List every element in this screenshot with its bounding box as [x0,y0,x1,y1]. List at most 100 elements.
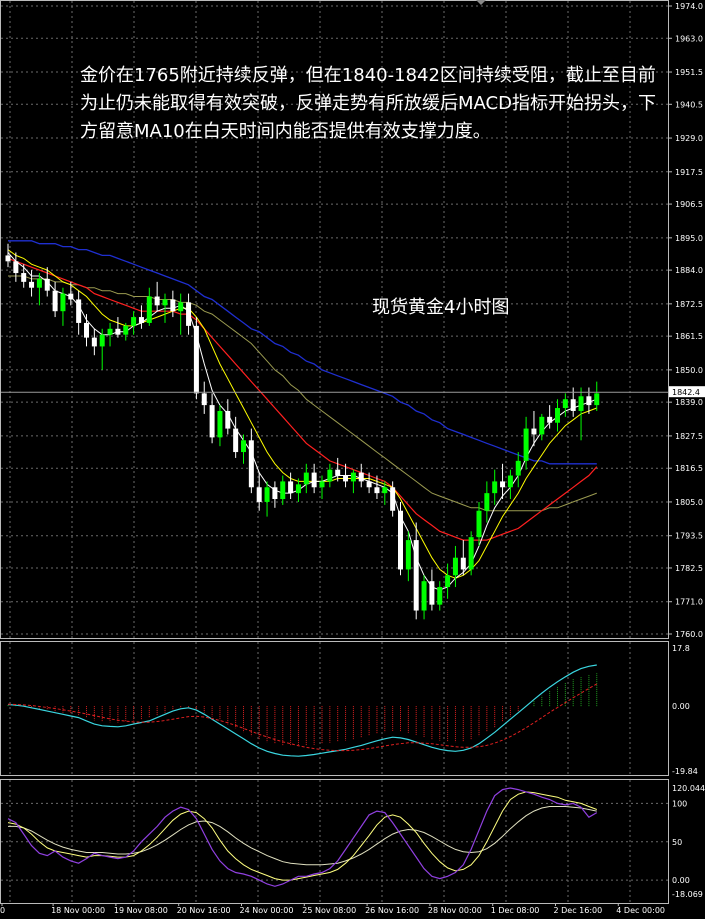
x-tick-label: 0 [0,906,5,915]
candle-body [68,293,74,300]
scroll-marker-icon [476,0,486,5]
x-tick-label: 20 Nov 16:00 [177,906,231,915]
candle-body [209,405,215,438]
candle-body [578,396,584,411]
candle-body [123,325,129,335]
candle-body [170,299,176,312]
candle-body [280,481,286,500]
candle-body [248,440,254,488]
y-tick-label: 1771.0 [675,598,703,607]
candle-body [21,273,27,282]
candle-body [233,428,239,453]
candle-body [374,487,380,494]
candle-body [398,510,403,570]
stoch-y-tick-label: -18.069 [672,890,703,899]
candle-body [91,337,97,347]
candle-body [476,510,482,538]
candle-body [452,557,458,576]
candle-body [343,475,349,482]
macd-y-tick-label: 0.00 [672,702,690,711]
ma-blue-line [8,240,597,465]
candle-body [523,428,529,461]
candle-body [256,487,262,502]
candle-body [460,557,466,570]
y-tick-label: 1906.5 [675,200,703,209]
x-tick-label: 2 Dec 16:00 [554,906,603,915]
y-tick-label: 1872.5 [675,300,703,309]
x-tick-label: 26 Nov 16:00 [365,906,419,915]
candle-body [586,396,592,406]
x-tick-label: 28 Nov 00:00 [428,906,482,915]
y-tick-label: 1951.5 [675,68,703,77]
candle-body [52,290,58,312]
candle-body [5,255,11,262]
y-tick-label: 1850.0 [675,366,703,375]
candle-body [327,469,333,482]
candle-body [178,302,184,312]
x-tick-label: 4 Dec 00:00 [616,906,665,915]
candle-body [500,481,506,488]
candle-body [515,460,521,476]
y-tick-label: 1895.0 [675,234,703,243]
macd-line [7,664,597,757]
candle-body [531,428,537,435]
candle-body [264,487,270,502]
candle-body [570,399,576,411]
candle-body [29,281,35,288]
y-tick-label: 1793.5 [675,532,703,541]
candle-body [138,317,144,323]
x-tick-label: 19 Nov 08:00 [114,906,168,915]
y-tick-label: 1929.0 [675,134,703,143]
candle-body [437,587,443,605]
candle-body [76,299,82,323]
candle-body [201,393,207,406]
chart-subtitle: 现货黄金4小时图 [372,297,510,318]
candle-body [303,472,309,485]
candle-body [366,481,372,488]
candle-body [350,472,356,482]
annotation-text: 金价在1765附近持续反弹，但在1840-1842区间持续受阻，截止至目前为止仍… [80,65,656,142]
candle-body [146,296,152,323]
stoch-y-tick-label: 50 [672,838,682,847]
y-tick-label: 1963.0 [675,34,703,43]
candle-body [421,581,427,611]
y-tick-label: 1861.5 [675,332,703,341]
candle-body [225,410,231,429]
y-tick-label: 1940.5 [675,100,703,109]
candle-body [288,481,294,494]
candle-body [382,487,388,494]
candle-body [405,540,411,570]
candle-body [162,299,168,306]
candle-body [60,293,66,312]
x-tick-label: 24 Nov 00:00 [240,906,294,915]
candle-body [193,325,199,394]
candle-body [107,328,113,335]
macd-y-tick-label: 17.8 [672,644,690,653]
candle-body [272,487,278,500]
candle-body [547,416,553,423]
candle-body [44,278,50,291]
candle-body [335,469,341,476]
candle-body [319,481,325,488]
x-tick-label: 25 Nov 08:00 [302,906,356,915]
candle-body [484,493,490,511]
candle-body [186,302,192,326]
candle-body [311,472,317,488]
candle-body [507,475,513,488]
candle-body [36,278,42,288]
candle-body [217,410,223,438]
candle-body [539,416,545,435]
candle-body [358,472,364,482]
candle-body [115,328,121,335]
y-tick-label: 1917.5 [675,168,703,177]
stoch-d-line [7,791,597,881]
candle-body [131,317,137,326]
candle-body [445,575,451,588]
y-tick-label: 1805.0 [675,498,703,507]
macd-y-tick-label: -19.84 [672,767,698,776]
stoch-y-tick-label: 0.00 [672,876,690,885]
candle-body [241,440,246,453]
y-tick-label: 1816.5 [675,464,703,473]
candle-body [84,322,89,338]
candle-body [429,581,435,605]
